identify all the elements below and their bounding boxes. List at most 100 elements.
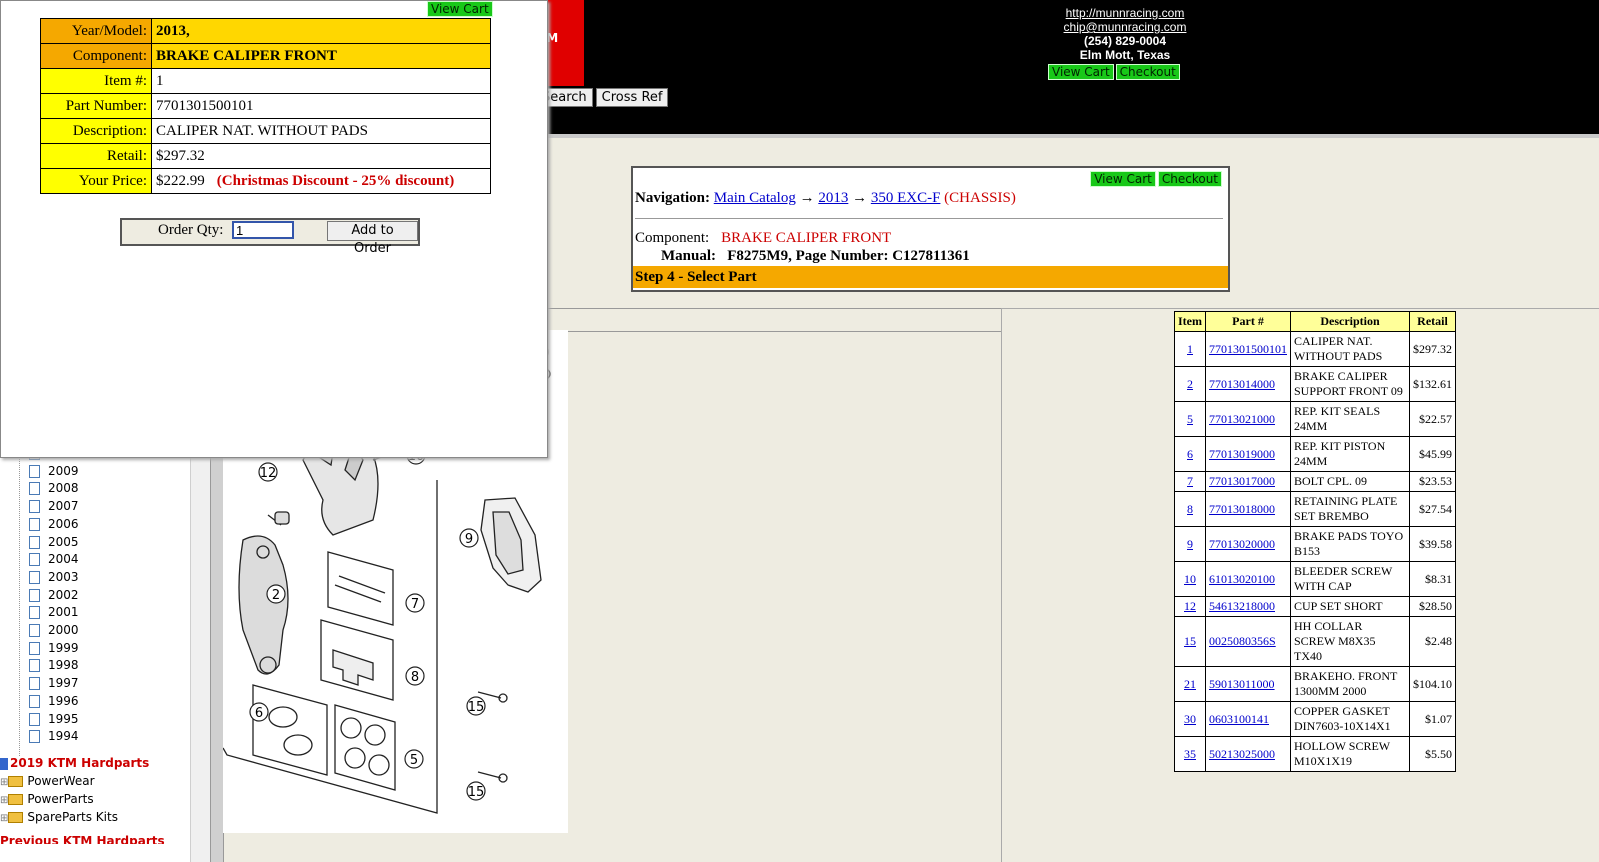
popup-view-cart-button[interactable]: View Cart [427,1,493,17]
table-row: 7 77013017000 BOLT CPL. 09 $23.53 [1174,471,1456,492]
item-link[interactable]: 7 [1187,474,1193,488]
item-link[interactable]: 2 [1187,377,1193,391]
tree-year-item[interactable]: 1995 [29,712,79,726]
cross-ref-button[interactable]: Cross Ref [595,88,669,107]
component-line: Component: BRAKE CALIPER FRONT [635,230,891,247]
email-link[interactable]: chip@munnracing.com [1064,20,1187,34]
breadcrumb: Navigation: Main Catalog → 2013 → 350 EX… [635,190,1016,207]
part-number-link[interactable]: 77013021000 [1209,412,1275,426]
callout-number: 6 [255,706,263,721]
item-link[interactable]: 30 [1184,712,1196,726]
description-cell: HH COLLAR SCREW M8X35 TX40 [1290,616,1410,667]
item-link[interactable]: 35 [1184,747,1196,761]
order-form: Order Qty: Add to Order [120,218,420,256]
tree-year-item[interactable]: 2008 [29,481,79,496]
tree-year-item[interactable]: 1997 [29,676,79,691]
table-row: 30 0603100141 COPPER GASKET DIN7603-10X14X… [1174,701,1456,737]
header-checkout-button[interactable]: Checkout [1115,64,1180,80]
item-link[interactable]: 9 [1187,537,1193,551]
breadcrumb-main-catalog[interactable]: Main Catalog [714,190,796,206]
part-number-link[interactable]: 0603100141 [1209,712,1269,726]
step-banner: Step 4 - Select Part [633,266,1228,288]
table-row: 35 50213025000 HOLLOW SCREW M10X1X19 $5.50 [1174,736,1456,772]
tree-folder-spareparts[interactable]: ⊞ SpareParts Kits [0,810,118,824]
tree-folder-label: PowerWear [27,774,95,788]
tree-root-previous[interactable]: Previous KTM Hardparts [0,834,165,844]
column-header-retail: Retail [1409,311,1456,332]
item-link[interactable]: 12 [1184,599,1196,613]
search-buttons: Search Cross Ref [536,88,671,107]
tree-year-label: 2008 [48,481,79,496]
right-frame-border [1001,308,1002,862]
part-number-link[interactable]: 77013019000 [1209,447,1275,461]
parts-table: Item Part # Description Retail 1 77013015… [1174,311,1456,772]
item-link[interactable]: 8 [1187,502,1193,516]
tree-folder-powerparts[interactable]: ⊞ PowerParts [0,792,94,806]
tree-year-item[interactable]: 2005 [29,535,79,549]
tree-year-item[interactable]: 1994 [29,729,79,744]
page-icon [29,553,40,567]
item-link[interactable]: 15 [1184,634,1196,648]
nav-checkout-button[interactable]: Checkout [1157,171,1222,187]
table-cell: 2 [1174,366,1206,402]
item-link[interactable]: 1 [1187,342,1193,356]
part-number-link[interactable]: 0025080356S [1209,634,1276,648]
description-cell: REP. KIT SEALS 24MM [1290,401,1410,437]
retail-cell: $8.31 [1409,561,1456,597]
retail-cell: $45.99 [1409,436,1456,472]
table-row: 10 61013020100 BLEEDER SCREW WITH CAP $8.31 [1174,561,1456,597]
tree-year-item[interactable]: 2001 [29,605,79,620]
tree-year-item[interactable]: 2004 [29,552,79,567]
tree-year-item[interactable]: 2002 [29,588,79,602]
retail-cell: $22.57 [1409,401,1456,437]
right-frame-top-border [1001,308,1599,309]
tree-scrollbar[interactable] [190,456,211,862]
page-icon [29,535,40,549]
navpanel-cart-buttons: View Cart Checkout [1090,170,1224,188]
tree-year-item[interactable]: 2007 [29,499,79,514]
order-qty-label: Order Qty: [158,222,224,238]
catalog-tree: 2010200920082007200620052004200320022001… [0,446,210,862]
description-label: Description: [40,118,152,144]
nav-view-cart-button[interactable]: View Cart [1090,171,1156,187]
table-cell: 10 [1174,561,1206,597]
tree-folder-powerwear[interactable]: ⊞ PowerWear [0,774,95,788]
tree-year-item[interactable]: 2000 [29,623,79,637]
parts-table-body: 1 7701301500101 CALIPER NAT. WITHOUT PADS $… [1174,331,1456,772]
site-url-link[interactable]: http://munnracing.com [1066,6,1185,20]
table-row: 2 77013014000 BRAKE CALIPER SUPPORT FRONT … [1174,366,1456,402]
manual-line: Manual: F8275M9, Page Number: C127811361 [661,248,970,265]
part-number-link[interactable]: 61013020100 [1209,572,1275,586]
breadcrumb-year[interactable]: 2013 [818,190,848,206]
part-number-link[interactable]: 77013017000 [1209,474,1275,488]
item-link[interactable]: 21 [1184,677,1196,691]
part-number-link[interactable]: 77013014000 [1209,377,1275,391]
tree-year-item[interactable]: 1999 [29,641,79,655]
tree-year-item[interactable]: 2003 [29,570,79,584]
page-icon [29,570,40,584]
order-qty-input[interactable] [232,221,294,239]
item-link[interactable]: 5 [1187,412,1193,426]
part-number-link[interactable]: 59013011000 [1209,677,1275,691]
detail-row-item: Item #: 1 [40,68,491,94]
tree-year-item[interactable]: 1996 [29,694,79,708]
breadcrumb-model[interactable]: 350 EXC-F [871,190,941,206]
part-number-link[interactable]: 7701301500101 [1209,342,1287,356]
header-view-cart-button[interactable]: View Cart [1048,64,1114,80]
add-to-order-button[interactable]: Add to Order [327,221,418,256]
part-number-link[interactable]: 50213025000 [1209,747,1275,761]
item-link[interactable]: 10 [1184,572,1196,586]
tree-root-2019[interactable]: 2019 KTM Hardparts [0,756,149,770]
table-cell: 35 [1174,736,1206,772]
tree-year-item[interactable]: 2006 [29,517,79,531]
item-link[interactable]: 6 [1187,447,1193,461]
tree-year-item[interactable]: 1998 [29,658,79,673]
tree-year-item[interactable]: 2009 [29,464,79,478]
part-number-link[interactable]: 77013018000 [1209,502,1275,516]
seal-4 [368,754,390,776]
tree-year-label: 1996 [48,693,79,708]
detail-row-part-number: Part Number: 7701301500101 [40,93,491,119]
detail-row-year: Year/Model: 2013, [40,18,491,44]
part-number-link[interactable]: 54613218000 [1209,599,1275,613]
part-number-link[interactable]: 77013020000 [1209,537,1275,551]
